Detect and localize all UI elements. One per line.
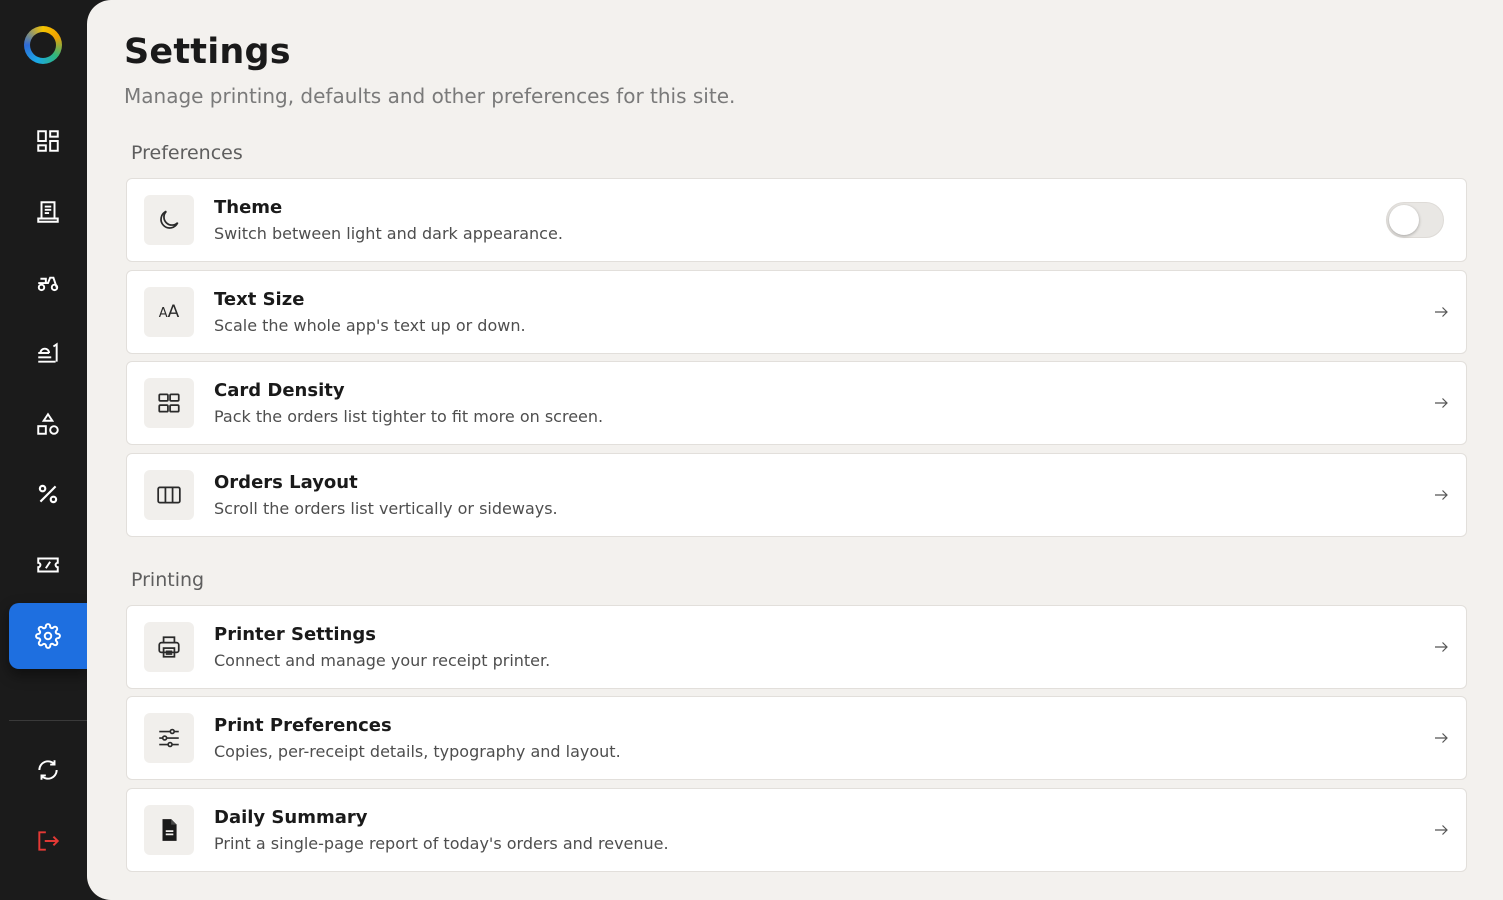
logout-icon	[38, 831, 60, 851]
card-title: Daily Summary	[214, 807, 368, 828]
card-description: Switch between light and dark appearance…	[214, 224, 563, 243]
sidebar	[0, 0, 87, 900]
card-description: Connect and manage your receipt printer.	[214, 651, 551, 670]
setting-card-print-preferences[interactable]: Print Preferences Copies, per-receipt de…	[126, 696, 1467, 780]
page-title: Settings	[124, 32, 291, 72]
section-label-preferences: Preferences	[131, 142, 243, 164]
section-label-printing: Printing	[131, 569, 205, 591]
sidebar-divider	[9, 720, 87, 721]
card-icon-box	[144, 622, 194, 672]
setting-card-printer-settings[interactable]: Printer Settings Connect and manage your…	[126, 605, 1467, 689]
arrow-right-icon	[1435, 733, 1448, 743]
sidebar-item-categories[interactable]	[9, 391, 87, 457]
sidebar-item-orders[interactable]	[9, 179, 87, 245]
sidebar-item-menu[interactable]	[9, 320, 87, 386]
grid-icon	[158, 393, 180, 413]
sync-icon	[38, 760, 58, 780]
card-title: Orders Layout	[214, 472, 358, 493]
card-description: Pack the orders list tighter to fit more…	[214, 407, 604, 426]
setting-card-text-size[interactable]: AA Text Size Scale the whole app's text …	[126, 270, 1467, 354]
columns-icon	[157, 486, 181, 504]
card-description: Scroll the orders list vertically or sid…	[214, 499, 558, 518]
arrow-right-icon	[1435, 642, 1448, 652]
setting-card-theme: Theme Switch between light and dark appe…	[126, 178, 1467, 262]
sidebar-item-delivery[interactable]	[9, 249, 87, 315]
sidebar-item-vouchers[interactable]	[9, 532, 87, 598]
toggle-knob	[1389, 205, 1419, 235]
card-title: Printer Settings	[214, 624, 376, 645]
card-title: Card Density	[214, 380, 345, 401]
receipt-icon	[37, 201, 59, 223]
card-title: Theme	[214, 197, 283, 218]
arrow-right-icon	[1435, 490, 1448, 500]
page-subtitle: Manage printing, defaults and other pref…	[124, 84, 736, 108]
arrow-right-icon	[1435, 307, 1448, 317]
card-description: Copies, per-receipt details, typography …	[214, 742, 621, 761]
setting-card-daily-summary[interactable]: Daily Summary Print a single-page report…	[126, 788, 1467, 872]
shapes-categories-icon	[37, 412, 59, 435]
document-icon	[162, 819, 177, 841]
gear-icon	[35, 623, 61, 649]
card-title: Print Preferences	[214, 715, 392, 736]
card-description: Print a single-page report of today's or…	[214, 834, 669, 853]
menu-food-icon	[38, 342, 58, 363]
printer-icon	[158, 636, 180, 658]
card-icon-box	[144, 195, 194, 245]
card-title: Text Size	[214, 289, 305, 310]
moon-icon	[160, 210, 179, 229]
dashboard-icon	[37, 130, 59, 152]
percent-discount-icon	[38, 484, 58, 504]
sidebar-item-sync[interactable]	[9, 737, 87, 803]
setting-card-orders-layout[interactable]: Orders Layout Scroll the orders list ver…	[126, 453, 1467, 537]
card-icon-box: AA	[144, 287, 194, 337]
delivery-scooter-icon	[37, 276, 59, 292]
sidebar-item-settings[interactable]	[9, 603, 87, 669]
voucher-ticket-icon	[37, 557, 59, 573]
sliders-icon	[159, 728, 179, 748]
sidebar-item-dashboard[interactable]	[9, 108, 87, 174]
app-logo[interactable]	[24, 26, 62, 64]
card-description: Scale the whole app's text up or down.	[214, 316, 526, 335]
arrow-right-icon	[1435, 398, 1448, 408]
theme-toggle[interactable]	[1386, 202, 1444, 238]
text-size-icon: AA	[158, 302, 180, 322]
setting-card-card-density[interactable]: Card Density Pack the orders list tighte…	[126, 361, 1467, 445]
sidebar-item-logout[interactable]	[9, 808, 87, 874]
arrow-right-icon	[1435, 825, 1448, 835]
card-icon-box	[144, 470, 194, 520]
sidebar-item-discounts[interactable]	[9, 461, 87, 527]
card-icon-box	[144, 805, 194, 855]
settings-panel: Settings Manage printing, defaults and o…	[87, 0, 1503, 900]
card-icon-box	[144, 713, 194, 763]
card-icon-box	[144, 378, 194, 428]
